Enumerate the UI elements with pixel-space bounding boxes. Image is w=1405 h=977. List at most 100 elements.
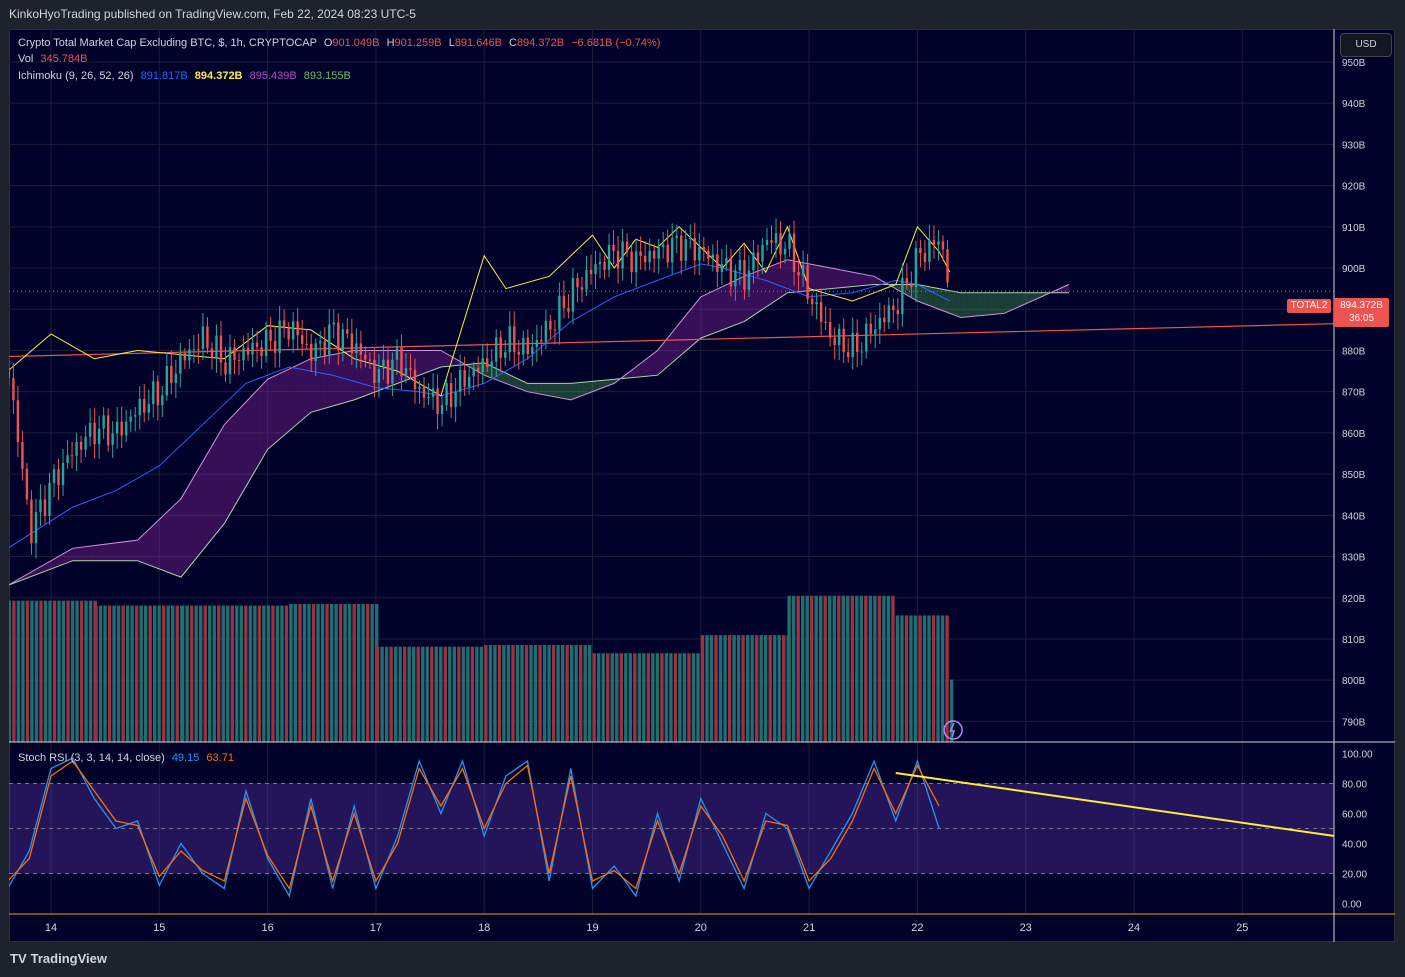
volume-bar [800,595,805,742]
candle-body [801,265,805,276]
candle-body [264,329,268,356]
candle-body [314,343,317,361]
candle-body [639,251,642,256]
candle-body [856,332,859,352]
time-tick-label: 19 [586,922,598,934]
candle-body [152,381,155,405]
chart-canvas[interactable]: 950B940B930B920B910B900B890B880B870B860B… [9,29,1395,942]
volume-bar [551,645,556,742]
legend-change: −6.681B (−0.74%) [571,37,661,49]
volume-bar [763,635,768,742]
candle-body [490,361,493,367]
volume-bar [217,605,221,742]
candle-body [865,323,868,352]
cloud-segment [126,540,133,561]
volume-bar [365,603,370,742]
candle-body [896,310,900,315]
volume-bar [569,645,574,742]
volume-bar [347,603,352,742]
currency-button[interactable]: USD [1340,33,1392,57]
volume-bar [203,605,207,742]
candle-body [192,348,196,350]
volume-bar [714,635,718,742]
candle-body [125,421,128,436]
volume-bar [208,605,212,742]
volume-bar [859,595,864,742]
candle-body [779,233,782,255]
candle-body [770,240,773,244]
stoch-tick-label: 20.00 [1342,870,1367,881]
candle-body [594,264,597,275]
candle-body [201,326,205,349]
volume-bar [370,603,374,742]
candle-body [616,251,620,269]
candle-body [797,271,800,276]
candle-body [729,257,733,287]
candle-body [251,342,254,355]
candle-body [273,340,277,353]
volume-bar [850,595,855,742]
volume-bar [84,600,88,742]
time-tick-label: 23 [1020,922,1032,934]
cloud-segment [987,292,994,315]
cloud-segment [273,374,279,445]
volume-bar [298,603,302,742]
cloud-segment [235,407,241,506]
volume-bar [909,615,913,742]
volume-bar [116,605,121,742]
cloud-segment [267,376,274,450]
cloud-segment [1009,292,1015,311]
volume-bar [506,645,511,742]
candle-body [346,329,349,334]
candle-body [783,248,787,255]
volume-bar [864,595,868,742]
volume-bar [895,615,900,742]
volume-bar [175,605,179,742]
cloud-segment [717,286,723,332]
cloud-segment [408,350,414,380]
candle-body [774,233,778,244]
candle-body [630,251,633,273]
volume-bar [39,600,43,742]
volume-bar [34,600,39,742]
volume-bar [398,646,402,742]
cloud-segment [776,261,783,300]
candle-body [788,233,791,249]
volume-bar [547,645,551,742]
candle-body [463,369,466,387]
volume-bar [262,605,266,742]
legend-o-value: 901.049B [332,37,380,49]
volume-bar [723,635,727,742]
volume-bar [361,603,365,742]
candle-body [522,337,525,355]
cloud-segment [435,350,441,370]
cloud-segment [197,461,203,558]
candle-body [61,462,65,486]
candle-body [819,301,823,322]
candle-body [287,328,290,340]
candle-body [165,365,169,396]
candle-body [598,261,602,265]
candle-body [725,257,728,264]
candle-body [467,376,471,387]
candle-body [260,347,263,356]
cloud-segment [787,259,793,293]
candle-body [174,373,178,383]
volume-bar [107,605,112,742]
cloud-segment [278,371,284,441]
candle-body [323,341,326,356]
candle-body [97,428,101,445]
candle-body [386,359,390,384]
cloud-segment [960,292,967,318]
cloud-segment [1004,292,1010,314]
volume-bar [819,595,823,742]
volume-bar [637,653,642,742]
volume-bar [918,615,922,742]
cloud-segment [251,390,257,478]
ichimoku-cloud [9,259,1070,586]
tradingview-logo[interactable]: TV TradingView [10,951,107,966]
volume-bar [21,600,25,742]
candle-body [752,252,755,271]
candle-body [901,278,904,315]
candle-body [102,415,105,429]
